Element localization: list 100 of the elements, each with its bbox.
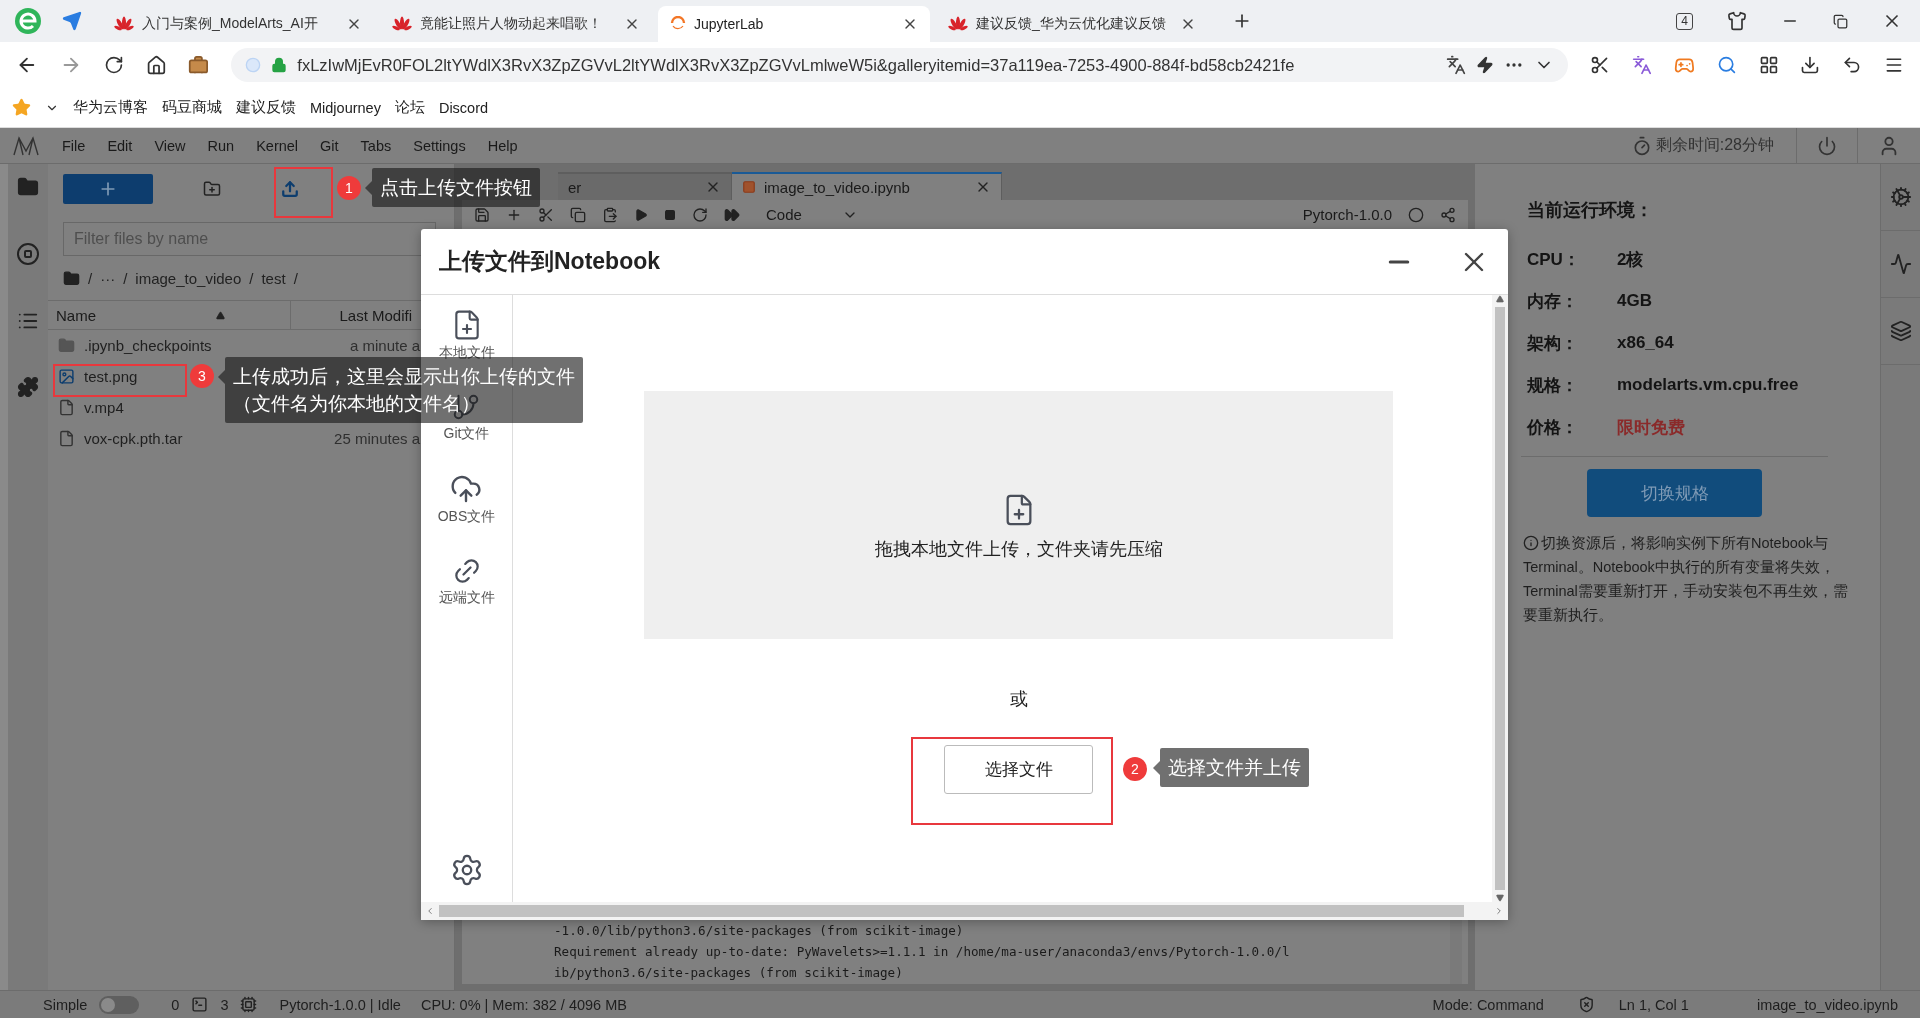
vertical-scrollbar[interactable] (1492, 295, 1508, 902)
directory-entry[interactable]: .ipynb_checkpoints (48, 337, 216, 354)
notebook-tab[interactable]: er (558, 172, 732, 200)
breadcrumb-item[interactable]: / (88, 269, 93, 287)
directory-entry[interactable]: v.mp4 (48, 399, 128, 416)
output-scrollbar[interactable] (1450, 918, 1462, 984)
home-icon[interactable] (145, 54, 167, 76)
search-icon[interactable] (1716, 55, 1737, 75)
tab-count[interactable]: 4 (1676, 12, 1693, 30)
puzzle-icon[interactable] (17, 376, 39, 398)
jupyter-logo-icon[interactable] (12, 134, 40, 157)
share-icon[interactable] (1440, 206, 1456, 223)
browser-logo-icon[interactable] (14, 7, 42, 35)
bookmark-link[interactable]: Midjourney (310, 99, 381, 116)
menu-item[interactable]: Git (320, 137, 339, 154)
monitor-icon[interactable] (1889, 253, 1912, 275)
play-icon[interactable] (634, 207, 648, 222)
browser-tab[interactable]: JupyterLab (658, 6, 930, 42)
kernel-status[interactable]: Pytorch-1.0.0 | Idle (279, 996, 401, 1013)
copy-icon[interactable] (570, 206, 586, 223)
paste-icon[interactable] (602, 206, 618, 223)
menu-item[interactable]: Run (207, 137, 235, 154)
flower-logo-icon (392, 16, 412, 32)
address-field[interactable]: fxLzIwMjEvR0FOL2ltYWdlX3RvX3ZpZGVvL2ltYWdlX3RvX3ZpZGVvLmlweW5i&galleryitemid=37a119ea-7253-4900-884f-bd58cb2421fe (231, 48, 1569, 82)
source-tab[interactable]: Git文件 (443, 425, 490, 443)
menu-item[interactable]: Settings (413, 137, 466, 154)
layers-icon[interactable] (1889, 320, 1912, 342)
menu-item[interactable]: Edit (107, 137, 133, 154)
notebook-tab[interactable]: image_to_video.ipynb (732, 172, 1002, 200)
bookmark-link[interactable]: 码豆商城 (162, 98, 222, 117)
browser-tab[interactable]: 建议反馈_华为云优化建议反馈 (936, 6, 1208, 42)
grid-icon[interactable] (1758, 55, 1779, 75)
spec-label: 规格： (1527, 374, 1579, 397)
breadcrumb-item[interactable]: test (261, 269, 286, 287)
breadcrumb-item[interactable]: ··· (100, 269, 116, 287)
choose-file-button[interactable]: 选择文件 (944, 745, 1093, 794)
menu-item[interactable]: View (154, 137, 186, 154)
bookmark-link[interactable]: 建议反馈 (236, 98, 296, 117)
spec-value: modelarts.vm.cpu.free (1617, 375, 1800, 395)
power-icon[interactable] (1817, 135, 1837, 156)
separator-text: 或 (1009, 688, 1028, 711)
breadcrumb-item[interactable]: / (293, 269, 298, 287)
folder-icon (58, 337, 75, 354)
cell-type-dropdown[interactable]: Code (766, 206, 858, 223)
star-icon[interactable] (12, 98, 31, 117)
modified-time: a minute a (349, 337, 420, 354)
file-name: image_to_video.ipynb (1756, 996, 1898, 1013)
send-icon[interactable] (62, 11, 82, 31)
breadcrumb-item[interactable]: / (123, 269, 128, 287)
sort-caret-icon (216, 310, 225, 320)
column-header[interactable]: Name (56, 306, 96, 324)
highlight-frame (274, 167, 333, 218)
directory-entry[interactable]: vox-cpk.pth.tar (48, 430, 187, 447)
browser-tab[interactable]: 竟能让照片人物动起来唱歌！ (380, 6, 652, 42)
simple-toggle[interactable] (99, 995, 140, 1014)
save-icon[interactable] (474, 206, 490, 223)
restart-icon[interactable] (692, 206, 708, 223)
briefcase-icon[interactable] (188, 54, 210, 76)
switch-spec-button[interactable]: 切换规格 (1587, 469, 1762, 517)
drop-zone[interactable]: 拖拽本地文件上传，文件夹请先压缩 (644, 391, 1393, 639)
scroll-right-icon[interactable] (1494, 906, 1504, 916)
terminal-icon (191, 996, 209, 1013)
directory-entry[interactable]: test.png (48, 368, 142, 385)
dialog-title: 上传文件到Notebook (439, 247, 661, 276)
bookmark-link[interactable]: 华为云博客 (73, 98, 148, 117)
bookmark-link[interactable]: 论坛 (394, 98, 425, 117)
kernel-name[interactable]: Pytorch-1.0.0 (1302, 206, 1392, 223)
shirt-icon[interactable] (1727, 11, 1747, 31)
scroll-up-icon[interactable] (1496, 295, 1504, 303)
folder-icon[interactable] (17, 176, 39, 198)
menu-item[interactable]: Help (487, 137, 518, 154)
source-tab[interactable]: 远端文件 (438, 589, 495, 607)
scroll-down-icon[interactable] (1496, 894, 1504, 902)
breadcrumb-item[interactable]: image_to_video (135, 269, 242, 287)
browser-tab[interactable]: 入门与案例_ModelArts_AI开 (102, 6, 374, 42)
resource-usage: CPU: 0% | Mem: 382 / 4096 MB (420, 996, 627, 1013)
download-icon[interactable] (1800, 55, 1821, 75)
gears-icon[interactable] (1889, 186, 1912, 208)
scroll-left-icon[interactable] (425, 906, 435, 916)
fast-forward-icon[interactable] (724, 206, 740, 223)
menu-item[interactable]: File (62, 137, 86, 154)
spec-label: 内存： (1527, 290, 1579, 313)
horizontal-scrollbar[interactable] (421, 902, 1508, 920)
translate-icon[interactable] (1631, 55, 1652, 75)
source-tab[interactable]: OBS文件 (437, 508, 496, 526)
reload-icon[interactable] (103, 55, 124, 75)
folder-icon[interactable] (63, 269, 80, 287)
spec-label: CPU： (1527, 248, 1581, 271)
menu-item[interactable]: Tabs (360, 137, 392, 154)
bookmark-link[interactable]: Discord (438, 99, 489, 116)
stop-circle-icon[interactable] (16, 242, 40, 266)
translate-icon[interactable] (1446, 55, 1467, 75)
scissors-icon[interactable] (1590, 55, 1610, 75)
stop-icon[interactable] (664, 208, 676, 221)
restore-icon[interactable] (1833, 13, 1848, 29)
menu-item[interactable]: Kernel (256, 137, 299, 154)
breadcrumb-item[interactable]: / (249, 269, 254, 287)
tooltip-pointer (218, 370, 225, 384)
lightning-icon[interactable] (1476, 56, 1495, 74)
column-header[interactable]: Last Modifi (339, 306, 412, 324)
